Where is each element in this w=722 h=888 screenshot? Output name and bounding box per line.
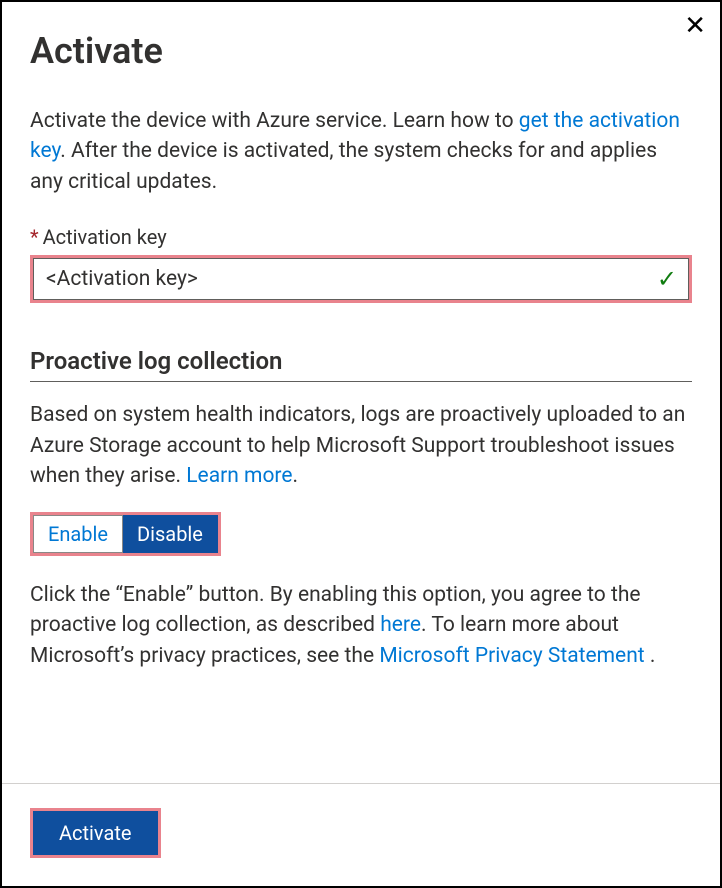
- disable-button[interactable]: Disable: [123, 515, 218, 553]
- activation-key-label: Activation key: [43, 225, 167, 249]
- panel-body: Activate Activate the device with Azure …: [2, 2, 720, 759]
- page-title: Activate: [30, 30, 692, 72]
- panel-footer: Activate: [2, 783, 720, 886]
- desc-post: .: [293, 464, 299, 488]
- proactive-log-description: Based on system health indicators, logs …: [30, 400, 692, 491]
- privacy-statement-link[interactable]: Microsoft Privacy Statement: [379, 644, 644, 668]
- agree-t3: .: [645, 644, 656, 668]
- intro-post: . After the device is activated, the sys…: [30, 139, 657, 193]
- intro-pre: Activate the device with Azure service. …: [30, 109, 519, 133]
- required-indicator: *: [30, 225, 39, 249]
- close-icon: ✕: [684, 10, 706, 40]
- agreement-text: Click the “Enable” button. By enabling t…: [30, 580, 692, 671]
- here-link[interactable]: here: [380, 613, 421, 637]
- activation-key-label-row: * Activation key: [30, 225, 692, 249]
- intro-text: Activate the device with Azure service. …: [30, 106, 692, 197]
- proactive-log-section-title: Proactive log collection: [30, 347, 692, 382]
- enable-button[interactable]: Enable: [33, 515, 123, 553]
- activation-key-input[interactable]: [33, 258, 689, 300]
- activate-button-highlight: Activate: [30, 808, 161, 858]
- close-button[interactable]: ✕: [680, 8, 710, 42]
- learn-more-link[interactable]: Learn more: [186, 464, 292, 488]
- activation-key-input-highlight: ✓: [30, 255, 692, 303]
- activate-button[interactable]: Activate: [33, 811, 158, 855]
- log-collection-toggle-highlight: Enable Disable: [30, 512, 221, 556]
- activate-panel: ✕ Activate Activate the device with Azur…: [0, 0, 722, 888]
- desc-pre: Based on system health indicators, logs …: [30, 403, 685, 488]
